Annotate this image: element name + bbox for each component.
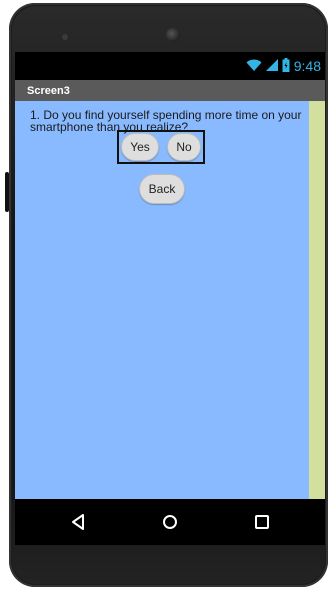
screen-title: Screen3 (27, 84, 70, 97)
yes-button[interactable]: Yes (121, 133, 159, 161)
status-icons (246, 57, 290, 75)
page: 9:48 Screen3 1. Do you find yourself spe… (0, 0, 335, 591)
status-bar: 9:48 (15, 52, 325, 80)
wifi-icon (246, 58, 262, 74)
recent-apps-square-icon[interactable] (253, 513, 271, 531)
back-button[interactable]: Back (139, 174, 185, 204)
no-button[interactable]: No (167, 133, 201, 161)
back-triangle-icon[interactable] (69, 513, 87, 531)
battery-icon (282, 57, 290, 75)
side-button (5, 172, 9, 212)
status-time: 9:48 (293, 58, 321, 74)
earpiece (62, 34, 68, 40)
app-screen: 1. Do you find yourself spending more ti… (15, 101, 309, 499)
screen-title-bar: Screen3 (15, 80, 325, 101)
signal-icon (265, 58, 278, 74)
front-camera (166, 28, 180, 42)
home-circle-icon[interactable] (161, 513, 179, 531)
navigation-bar (15, 499, 325, 545)
screen-side-strip (309, 101, 325, 499)
